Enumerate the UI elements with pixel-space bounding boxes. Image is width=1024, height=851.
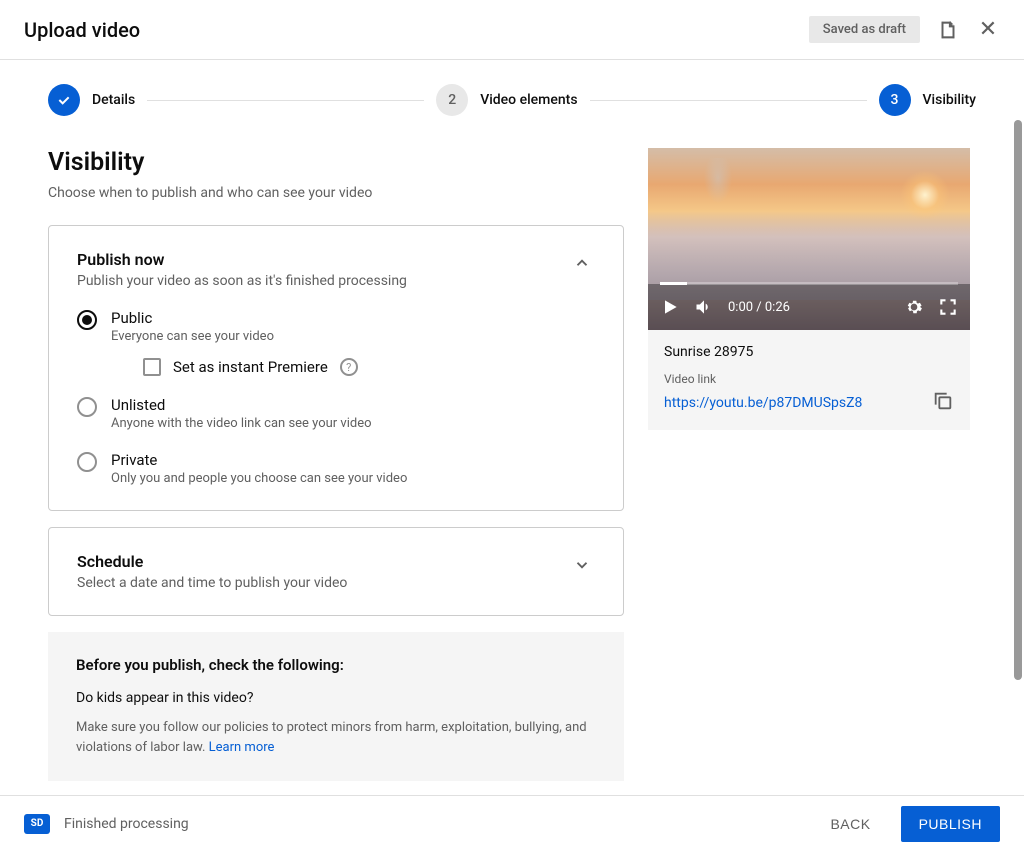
before-publish-info: Before you publish, check the following:… <box>48 632 624 781</box>
schedule-card[interactable]: Schedule Select a date and time to publi… <box>48 527 624 616</box>
step-label: Video elements <box>480 92 577 108</box>
step-label: Visibility <box>923 92 976 108</box>
step-label: Details <box>92 92 135 108</box>
publish-now-subtitle: Publish your video as soon as it's finis… <box>77 273 407 289</box>
help-icon[interactable]: ? <box>340 358 358 376</box>
sd-badge-icon: SD <box>24 814 50 834</box>
feedback-icon[interactable] <box>936 18 960 42</box>
chevron-up-icon[interactable] <box>569 250 595 280</box>
radio-unselected-icon <box>77 397 97 417</box>
close-icon[interactable]: ✕ <box>976 18 1000 42</box>
stepper: Details 2 Video elements 3 Visibility <box>0 60 1024 124</box>
dialog-header: Upload video Saved as draft ✕ <box>0 0 1024 60</box>
option-label: Unlisted <box>111 396 372 414</box>
learn-more-link[interactable]: Learn more <box>209 740 275 755</box>
info-title: Before you publish, check the following: <box>76 656 596 674</box>
copy-icon[interactable] <box>932 390 954 416</box>
video-progress-bar[interactable] <box>660 282 958 285</box>
video-player[interactable]: 0:00 / 0:26 <box>648 148 970 330</box>
play-icon[interactable] <box>660 297 680 317</box>
step-visibility[interactable]: 3 Visibility <box>879 84 976 116</box>
chevron-down-icon[interactable] <box>569 552 595 582</box>
back-button[interactable]: BACK <box>814 806 886 842</box>
dialog-content: Details 2 Video elements 3 Visibility Vi… <box>0 60 1024 787</box>
video-link[interactable]: https://youtu.be/p87DMUSpsZ8 <box>664 395 862 411</box>
step-connector <box>590 100 867 101</box>
video-time: 0:00 / 0:26 <box>728 300 790 315</box>
preview-video-title: Sunrise 28975 <box>664 344 954 360</box>
settings-icon[interactable] <box>904 297 924 317</box>
option-desc: Anyone with the video link can see your … <box>111 416 372 431</box>
checkmark-icon <box>48 84 80 116</box>
header-actions: Saved as draft ✕ <box>809 16 1000 43</box>
radio-selected-icon <box>77 310 97 330</box>
option-label: Private <box>111 451 407 469</box>
premiere-label: Set as instant Premiere <box>173 358 328 376</box>
publish-now-card: Publish now Publish your video as soon a… <box>48 225 624 511</box>
step-video-elements[interactable]: 2 Video elements <box>436 84 577 116</box>
option-desc: Only you and people you choose can see y… <box>111 471 407 486</box>
fullscreen-icon[interactable] <box>938 297 958 317</box>
info-text: Make sure you follow our policies to pro… <box>76 718 596 757</box>
radio-unselected-icon <box>77 452 97 472</box>
publish-button[interactable]: PUBLISH <box>901 806 1000 842</box>
publish-now-title: Publish now <box>77 250 407 269</box>
scrollbar[interactable] <box>1014 120 1022 680</box>
schedule-subtitle: Select a date and time to publish your v… <box>77 575 347 591</box>
page-subtitle: Choose when to publish and who can see y… <box>48 185 624 201</box>
info-question: Do kids appear in this video? <box>76 690 596 706</box>
step-details[interactable]: Details <box>48 84 135 116</box>
option-desc: Everyone can see your video <box>111 329 358 344</box>
volume-icon[interactable] <box>694 297 714 317</box>
option-label: Public <box>111 309 358 327</box>
visibility-option-public[interactable]: Public Everyone can see your video Set a… <box>77 309 595 376</box>
premiere-checkbox[interactable] <box>143 358 161 376</box>
video-link-label: Video link <box>664 372 954 386</box>
page-title: Visibility <box>48 148 624 177</box>
saved-as-draft-badge: Saved as draft <box>809 16 920 43</box>
dialog-title: Upload video <box>24 18 140 42</box>
visibility-option-unlisted[interactable]: Unlisted Anyone with the video link can … <box>77 396 595 431</box>
dialog-footer: SD Finished processing BACK PUBLISH <box>0 795 1024 851</box>
step-number: 3 <box>879 84 911 116</box>
video-preview-panel: 0:00 / 0:26 Sunrise 28975 Video link <box>648 148 970 430</box>
schedule-title: Schedule <box>77 552 347 571</box>
step-connector <box>147 100 424 101</box>
processing-status: Finished processing <box>64 816 800 832</box>
step-number: 2 <box>436 84 468 116</box>
visibility-option-private[interactable]: Private Only you and people you choose c… <box>77 451 595 486</box>
